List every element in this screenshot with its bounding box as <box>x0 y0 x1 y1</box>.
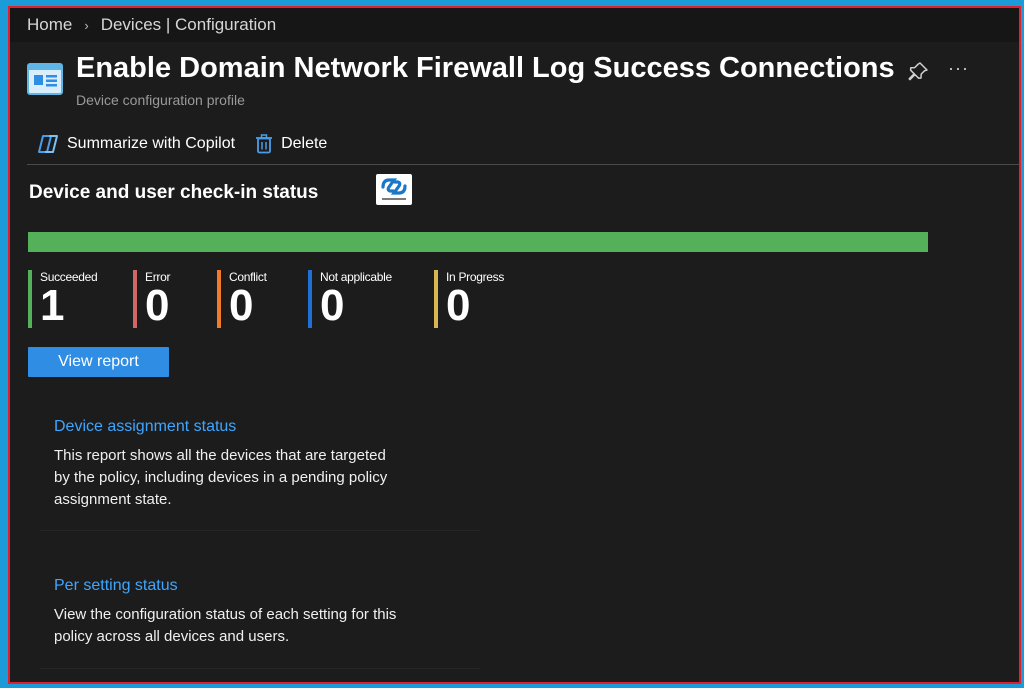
profile-icon <box>27 62 63 96</box>
device-assignment-card: Device assignment status This report sho… <box>40 418 480 511</box>
stat-value: 0 <box>320 281 345 330</box>
per-setting-status-link[interactable]: Per setting status <box>54 577 480 595</box>
divider <box>27 164 1019 165</box>
command-bar: Summarize with Copilot Delete <box>10 128 1019 160</box>
pin-icon[interactable] <box>906 60 930 84</box>
delete-label: Delete <box>281 135 328 152</box>
page-title: Enable Domain Network Firewall Log Succe… <box>76 52 895 84</box>
card-divider <box>40 530 480 531</box>
breadcrumb-devices-configuration[interactable]: Devices | Configuration <box>101 15 276 35</box>
stat-in-progress: In Progress 0 <box>434 270 504 328</box>
page-subtitle: Device configuration profile <box>76 92 245 108</box>
copilot-icon <box>38 135 58 153</box>
device-assignment-description: This report shows all the devices that a… <box>54 447 388 508</box>
breadcrumb-home[interactable]: Home <box>27 15 72 35</box>
device-assignment-status-link[interactable]: Device assignment status <box>54 418 480 436</box>
summarize-copilot-label: Summarize with Copilot <box>67 135 236 152</box>
view-report-button[interactable]: View report <box>28 347 169 377</box>
stat-conflict: Conflict 0 <box>217 270 267 328</box>
stat-succeeded: Succeeded 1 <box>28 270 98 330</box>
checkin-progress-bar <box>28 232 928 252</box>
breadcrumb-separator: › <box>84 17 89 33</box>
more-options-icon[interactable]: ··· <box>948 58 969 79</box>
stat-error: Error 0 <box>133 270 170 328</box>
trash-icon <box>256 134 273 154</box>
card-divider <box>40 668 480 669</box>
summarize-copilot-button[interactable]: Summarize with Copilot <box>37 128 235 160</box>
stat-not-applicable: Not applicable 0 <box>308 270 392 328</box>
community-logo <box>376 174 412 205</box>
per-setting-description: View the configuration status of each se… <box>54 606 397 645</box>
breadcrumb: Home › Devices | Configuration <box>10 8 1019 42</box>
portal-frame: Home › Devices | Configuration Enable Do… <box>8 6 1021 684</box>
stat-value: 1 <box>40 281 65 330</box>
delete-button[interactable]: Delete <box>255 128 327 160</box>
checkin-status-title: Device and user check-in status <box>29 182 319 203</box>
stat-value: 0 <box>229 281 254 330</box>
per-setting-card: Per setting status View the configuratio… <box>40 577 480 648</box>
stat-value: 0 <box>446 281 471 330</box>
stat-value: 0 <box>145 281 170 330</box>
